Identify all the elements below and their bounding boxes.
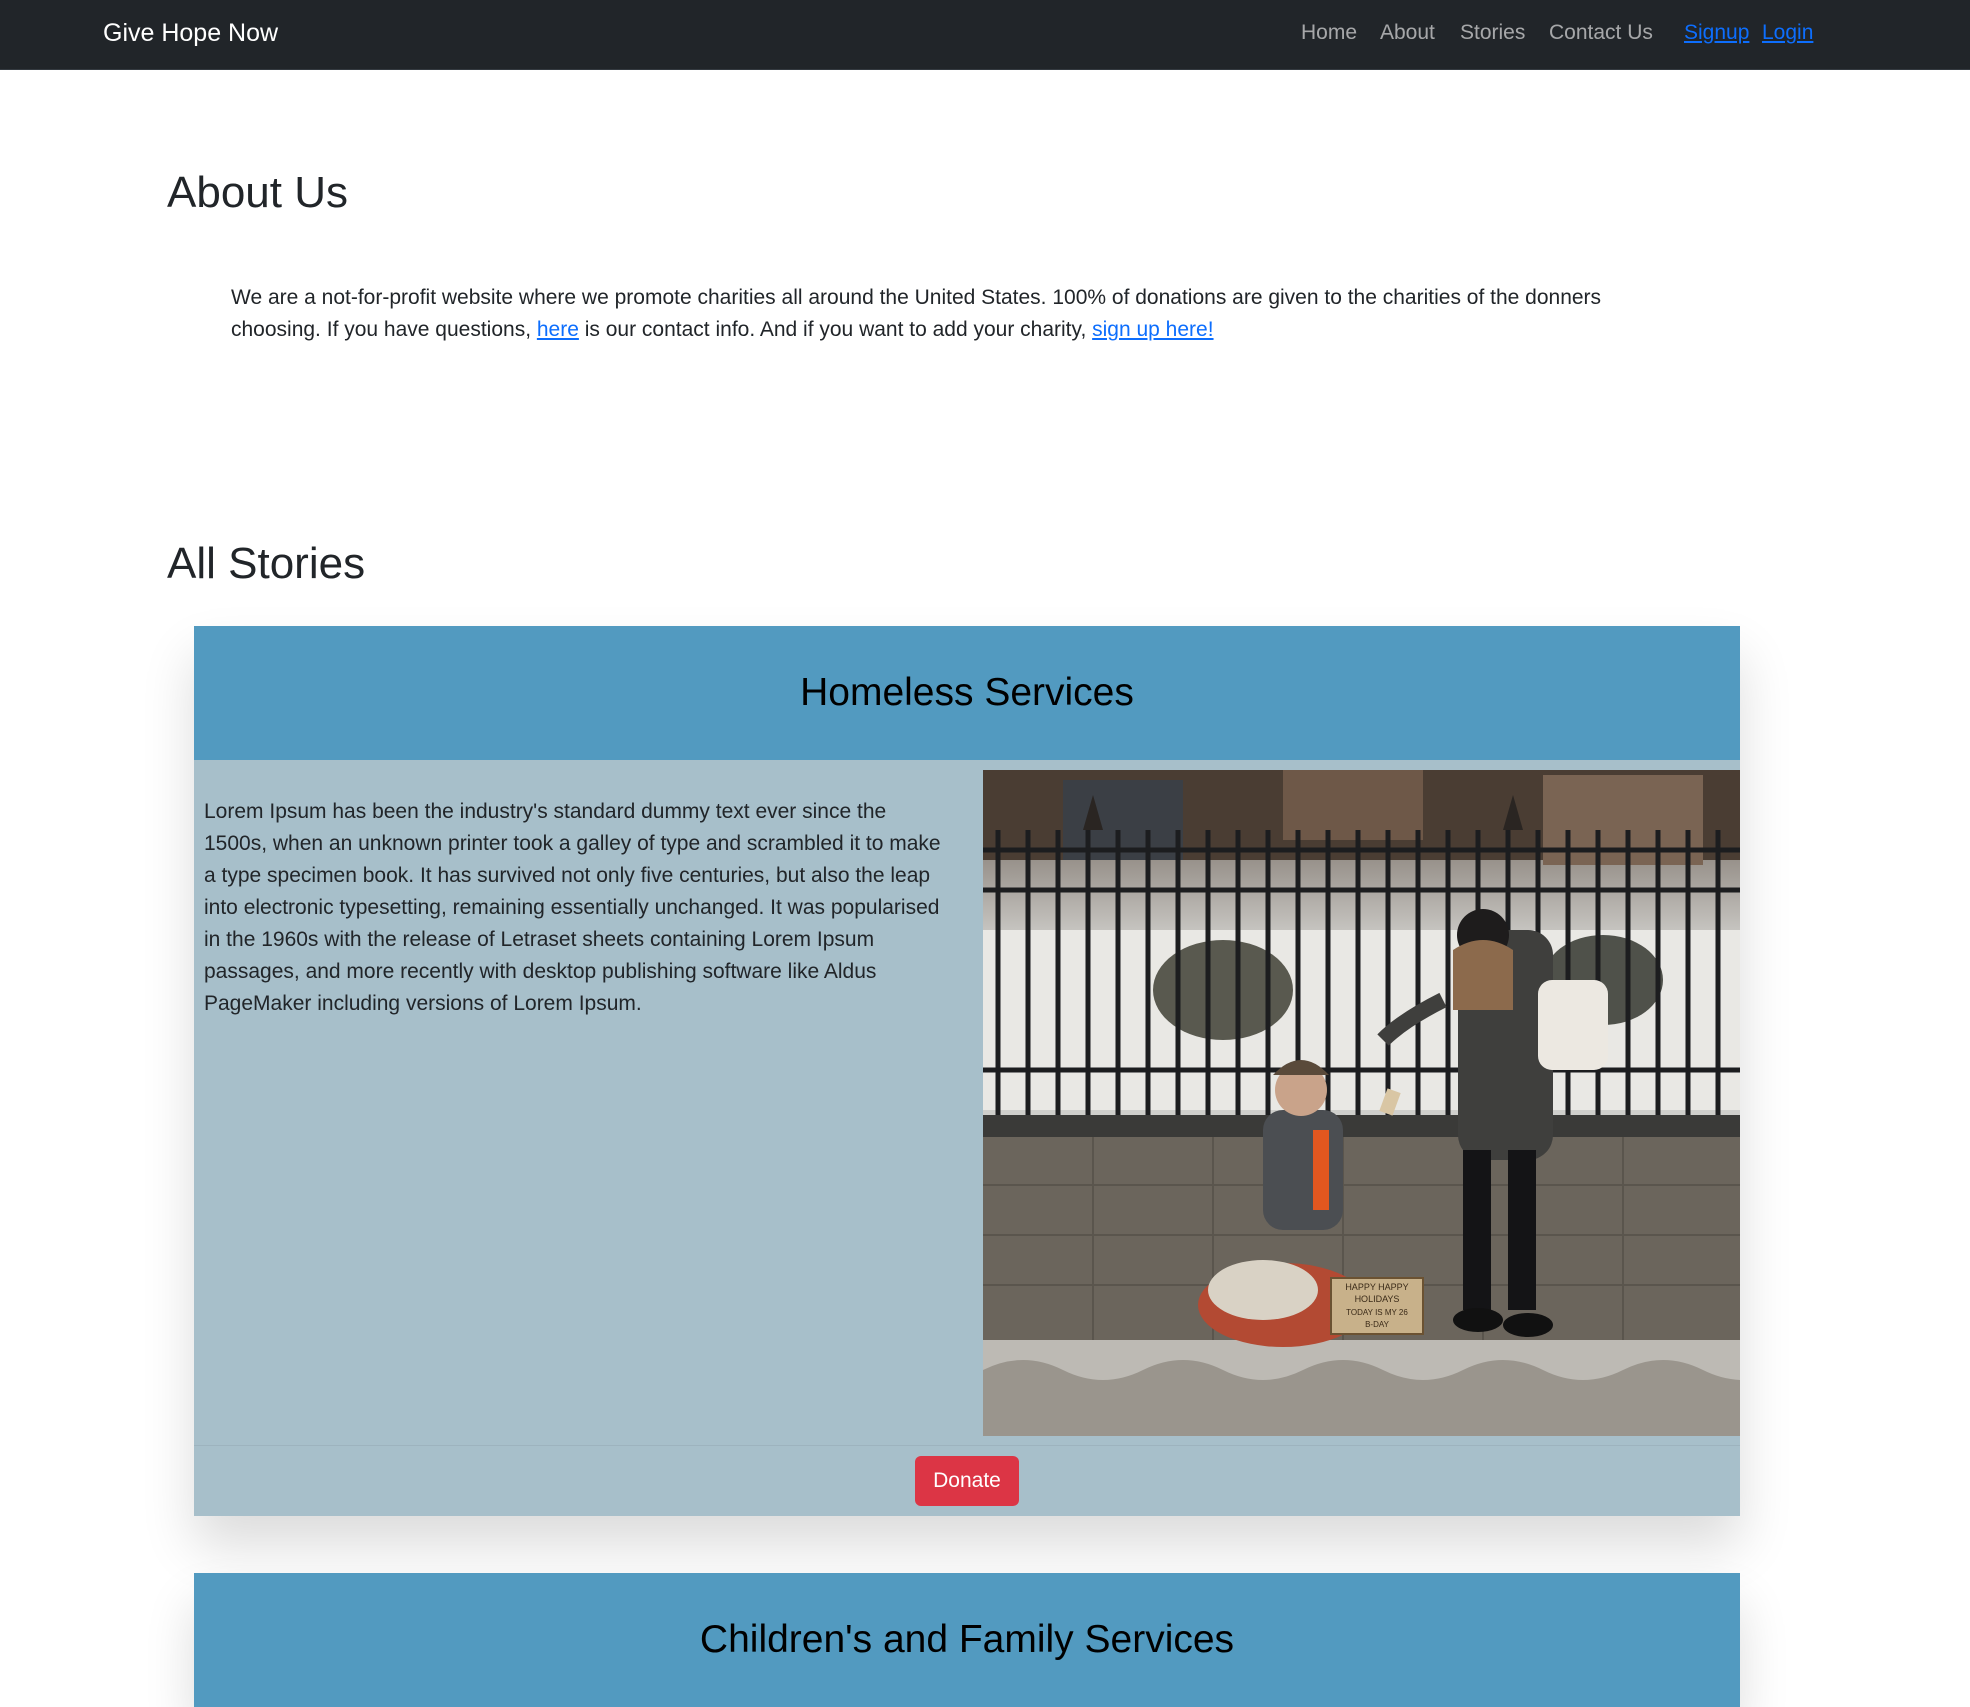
story-card-header-2: Children's and Family Services	[194, 1573, 1740, 1707]
signup-link[interactable]: Signup	[1684, 18, 1749, 48]
stories-title: All Stories	[167, 539, 366, 588]
story-card-body: Lorem Ipsum has been the industry's stan…	[194, 760, 1740, 1445]
nav-link-home[interactable]: Home	[1301, 18, 1357, 48]
about-paragraph: We are a not-for-profit website where we…	[231, 282, 1671, 346]
story-card-footer: Donate	[194, 1445, 1740, 1516]
nav-link-about[interactable]: About	[1380, 18, 1435, 48]
story-text: Lorem Ipsum has been the industry's stan…	[204, 800, 941, 1015]
nav-link-stories[interactable]: Stories	[1460, 18, 1525, 48]
story-title: Homeless Services	[800, 671, 1134, 714]
about-text-part2: is our contact info. And if you want to …	[578, 318, 1093, 341]
brand-link[interactable]: Give Hope Now	[103, 16, 278, 50]
story-card-header: Homeless Services	[194, 626, 1740, 760]
cardboard-sign: HAPPY HAPPY HOLIDAYS TODAY IS MY 26 B-DA…	[1330, 1277, 1424, 1335]
signup-here-link[interactable]: sign up here!	[1092, 318, 1213, 341]
sign-line-1: HAPPY HAPPY	[1345, 1282, 1408, 1292]
story-photo-illustration: HAPPY HAPPY HOLIDAYS TODAY IS MY 26 B-DA…	[983, 770, 1740, 1436]
sign-line-3: TODAY IS MY 26	[1346, 1308, 1408, 1317]
story-title-2: Children's and Family Services	[699, 1618, 1235, 1661]
sign-line-4: B-DAY	[1365, 1320, 1390, 1329]
story-photo: HAPPY HAPPY HOLIDAYS TODAY IS MY 26 B-DA…	[983, 770, 1740, 1436]
login-link[interactable]: Login	[1762, 18, 1813, 48]
top-navbar: Give Hope Now Home About Stories Contact…	[0, 0, 1970, 70]
sign-line-2: HOLIDAYS	[1355, 1294, 1400, 1304]
story-card-homeless: Homeless Services Lorem Ipsum has been t…	[194, 626, 1740, 1516]
donate-button[interactable]: Donate	[915, 1456, 1019, 1506]
nav-link-contact[interactable]: Contact Us	[1549, 18, 1653, 48]
contact-here-link[interactable]: here	[537, 318, 579, 341]
about-title: About Us	[167, 168, 348, 217]
story-card-children-family: Children's and Family Services	[194, 1573, 1740, 1707]
